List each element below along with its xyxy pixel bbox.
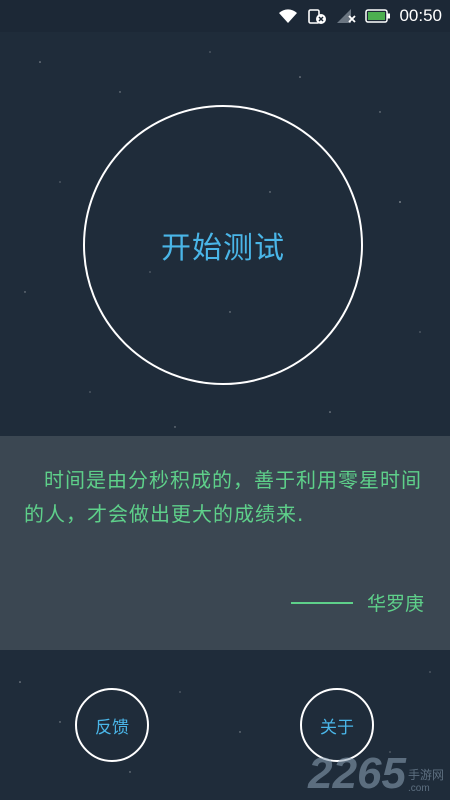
no-signal-icon <box>337 9 357 23</box>
author-name: 华罗庚 <box>366 593 424 615</box>
status-bar: 00:50 <box>0 0 450 32</box>
watermark-number: 2265 <box>308 749 406 798</box>
sim-error-icon <box>308 9 327 24</box>
wifi-icon <box>279 9 298 23</box>
about-label: 关于 <box>320 717 354 738</box>
status-icons: 00:50 <box>277 0 442 32</box>
watermark-domain: .com <box>407 783 430 794</box>
clock-time: 00:50 <box>399 6 442 25</box>
start-test-button[interactable]: 开始测试 <box>83 105 363 385</box>
watermark-suffix: 手游网 .com <box>408 766 444 794</box>
start-test-label: 开始测试 <box>161 231 285 266</box>
feedback-label: 反馈 <box>95 717 129 738</box>
feedback-button[interactable]: 反馈 <box>75 688 149 762</box>
quote-text: 时间是由分秒积成的，善于利用零星时间的人，才会做出更大的成绩来. <box>24 468 422 526</box>
watermark-logo: 2265 手游网 .com <box>308 749 444 798</box>
quote-panel: 时间是由分秒积成的，善于利用零星时间的人，才会做出更大的成绩来. 华罗庚 <box>0 436 450 650</box>
author-dash-line <box>290 601 353 604</box>
battery-icon <box>365 9 391 23</box>
quote-author: 华罗庚 <box>290 589 424 616</box>
watermark-site: 手游网 <box>407 768 444 782</box>
